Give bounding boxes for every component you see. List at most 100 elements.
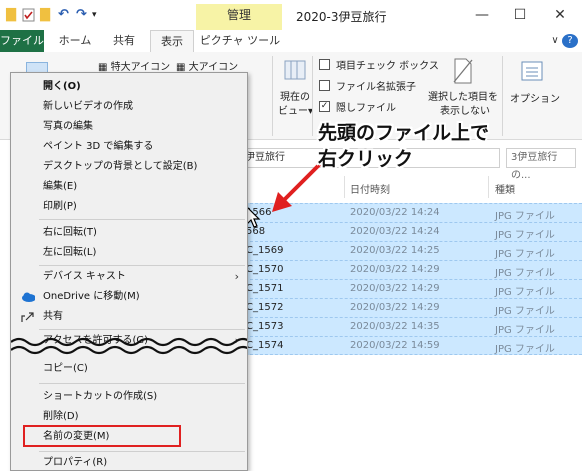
menu-item-copy[interactable]: コピー(C) xyxy=(11,359,247,379)
file-type: JPG ファイル xyxy=(495,249,555,260)
maximize-button[interactable]: ☐ xyxy=(508,5,532,25)
current-view-icon[interactable] xyxy=(282,58,308,82)
menu-item-edit-photo[interactable]: 写真の編集 xyxy=(11,117,247,137)
tab-file[interactable]: ファイル xyxy=(0,30,44,52)
file-type: JPG ファイル xyxy=(495,325,555,336)
menu-item-new-video[interactable]: 新しいビデオの作成 xyxy=(11,97,247,117)
minimize-button[interactable]: — xyxy=(470,5,494,25)
folder-icon[interactable]: ▇ xyxy=(6,7,16,23)
file-extensions-checkbox[interactable] xyxy=(319,80,330,91)
menu-item-cast-label: デバイス キャスト xyxy=(43,271,126,282)
item-checkboxes-checkbox[interactable] xyxy=(319,59,330,70)
menu-item-share-label: 共有 xyxy=(43,311,63,322)
menu-item-set-desktop-background[interactable]: デスクトップの背景として設定(B) xyxy=(11,157,247,177)
menu-item-create-shortcut[interactable]: ショートカットの作成(S) xyxy=(11,387,247,407)
search-box[interactable]: 3伊豆旅行の... xyxy=(506,148,576,181)
options-label[interactable]: オプション xyxy=(510,90,560,105)
hide-selected-label[interactable]: 選択した項目を xyxy=(428,88,498,103)
file-extensions-label: ファイル名拡張子 xyxy=(336,82,416,93)
file-name: C_1571 xyxy=(246,283,284,294)
redo-icon[interactable]: ↷ xyxy=(76,7,87,23)
menu-item-cast[interactable]: デバイス キャスト › xyxy=(11,267,247,287)
annotation-text: 先頭のファイル上で 右クリック xyxy=(318,120,489,172)
column-type[interactable]: 種類 xyxy=(495,181,515,196)
current-view-label-2[interactable]: ビュー▾ xyxy=(278,102,313,117)
file-row[interactable]: C_1572 2020/03/22 14:29 JPG ファイル xyxy=(240,298,582,317)
view-large-icons[interactable]: ▦ 大アイコン xyxy=(176,58,238,73)
new-folder-icon[interactable]: ▇ xyxy=(40,7,50,23)
file-name: C_1573 xyxy=(246,321,284,332)
menu-item-edit[interactable]: 編集(E) xyxy=(11,177,247,197)
manage-tab[interactable]: 管理 xyxy=(196,4,282,30)
file-row[interactable]: C_1570 2020/03/22 14:29 JPG ファイル xyxy=(240,260,582,279)
annotation-line-2: 右クリック xyxy=(318,148,414,170)
properties-icon[interactable] xyxy=(22,7,36,23)
options-icon[interactable] xyxy=(520,60,544,82)
file-row[interactable]: C_1571 2020/03/22 14:29 JPG ファイル xyxy=(240,279,582,298)
file-row[interactable]: 568 2020/03/22 14:24 JPG ファイル xyxy=(240,222,582,241)
menu-separator xyxy=(39,265,245,266)
undo-icon[interactable]: ↶ xyxy=(58,7,69,23)
current-view-label[interactable]: 現在の xyxy=(280,88,310,103)
context-menu: 開く(O) 新しいビデオの作成 写真の編集 ペイント 3D で編集する デスクト… xyxy=(10,72,248,471)
menu-separator xyxy=(39,451,245,452)
view-extra-large-icons[interactable]: ▦ 特大アイコン xyxy=(98,58,170,73)
column-divider[interactable] xyxy=(488,176,489,198)
menu-item-rotate-right[interactable]: 右に回転(T) xyxy=(11,223,247,243)
expand-ribbon-icon[interactable]: ∨ xyxy=(548,30,562,52)
title-bar: ▇ ▇ ↶ ↷ ▾ 管理 2020-3伊豆旅行 — ☐ ✕ xyxy=(0,0,582,30)
hidden-files-checkbox[interactable]: ✓ xyxy=(319,101,330,112)
item-checkboxes-label: 項目チェック ボックス xyxy=(336,61,439,72)
menu-item-onedrive-label: OneDrive に移動(M) xyxy=(43,291,140,302)
menu-separator xyxy=(39,383,245,384)
file-type: JPG ファイル xyxy=(495,211,555,222)
file-name: C_1569 xyxy=(246,245,284,256)
ribbon-separator xyxy=(272,56,273,136)
file-row[interactable]: C_1574 2020/03/22 14:59 JPG ファイル xyxy=(240,336,582,355)
menu-separator xyxy=(39,329,245,330)
file-type: JPG ファイル xyxy=(495,287,555,298)
menu-item-print[interactable]: 印刷(P) xyxy=(11,197,247,217)
file-name: C_1572 xyxy=(246,302,284,313)
rename-highlight-box xyxy=(23,425,181,447)
tab-picture-tools[interactable]: ピクチャ ツール xyxy=(198,30,282,52)
hidden-files-label: 隠しファイル xyxy=(336,103,396,114)
omitted-items-wave-divider xyxy=(11,337,247,355)
file-type: JPG ファイル xyxy=(495,306,555,317)
file-date: 2020/03/22 14:24 xyxy=(350,226,440,237)
close-button[interactable]: ✕ xyxy=(548,5,572,25)
tab-home[interactable]: ホーム xyxy=(52,30,98,52)
menu-item-onedrive[interactable]: OneDrive に移動(M) xyxy=(11,287,247,307)
menu-separator xyxy=(39,219,245,220)
annotation-line-1: 先頭のファイル上で xyxy=(318,122,490,144)
ribbon-separator xyxy=(502,56,503,136)
column-divider[interactable] xyxy=(344,176,345,198)
window-title: 2020-3伊豆旅行 xyxy=(296,10,387,24)
file-date: 2020/03/22 14:59 xyxy=(350,340,440,351)
file-date: 2020/03/22 14:24 xyxy=(350,207,440,218)
tab-view[interactable]: 表示 xyxy=(150,30,194,52)
hide-selected-icon[interactable] xyxy=(452,58,474,84)
menu-item-delete[interactable]: 削除(D) xyxy=(11,407,247,427)
column-date[interactable]: 日付時刻 xyxy=(350,181,390,196)
file-row[interactable]: C_1573 2020/03/22 14:35 JPG ファイル xyxy=(240,317,582,336)
chevron-right-icon: › xyxy=(234,270,239,283)
menu-item-open[interactable]: 開く(O) xyxy=(11,77,247,97)
mouse-cursor-icon xyxy=(246,206,261,228)
file-row[interactable]: C_1569 2020/03/22 14:25 JPG ファイル xyxy=(240,241,582,260)
ribbon-tabs: ファイル ホーム 共有 表示 ピクチャ ツール ∨ ? xyxy=(0,30,582,52)
share-icon xyxy=(21,312,34,322)
menu-item-share[interactable]: 共有 xyxy=(11,307,247,327)
file-type: JPG ファイル xyxy=(495,268,555,279)
menu-item-rotate-left[interactable]: 左に回転(L) xyxy=(11,243,247,263)
file-date: 2020/03/22 14:25 xyxy=(350,245,440,256)
tab-share[interactable]: 共有 xyxy=(104,30,144,52)
file-type: JPG ファイル xyxy=(495,230,555,241)
file-type: JPG ファイル xyxy=(495,344,555,355)
hide-selected-label-2[interactable]: 表示しない xyxy=(440,102,490,117)
menu-item-paint3d[interactable]: ペイント 3D で編集する xyxy=(11,137,247,157)
help-icon[interactable]: ? xyxy=(562,34,578,48)
customize-toolbar-icon[interactable]: ▾ xyxy=(92,7,97,23)
file-date: 2020/03/22 14:29 xyxy=(350,283,440,294)
menu-item-properties[interactable]: プロパティ(R) xyxy=(11,453,247,470)
